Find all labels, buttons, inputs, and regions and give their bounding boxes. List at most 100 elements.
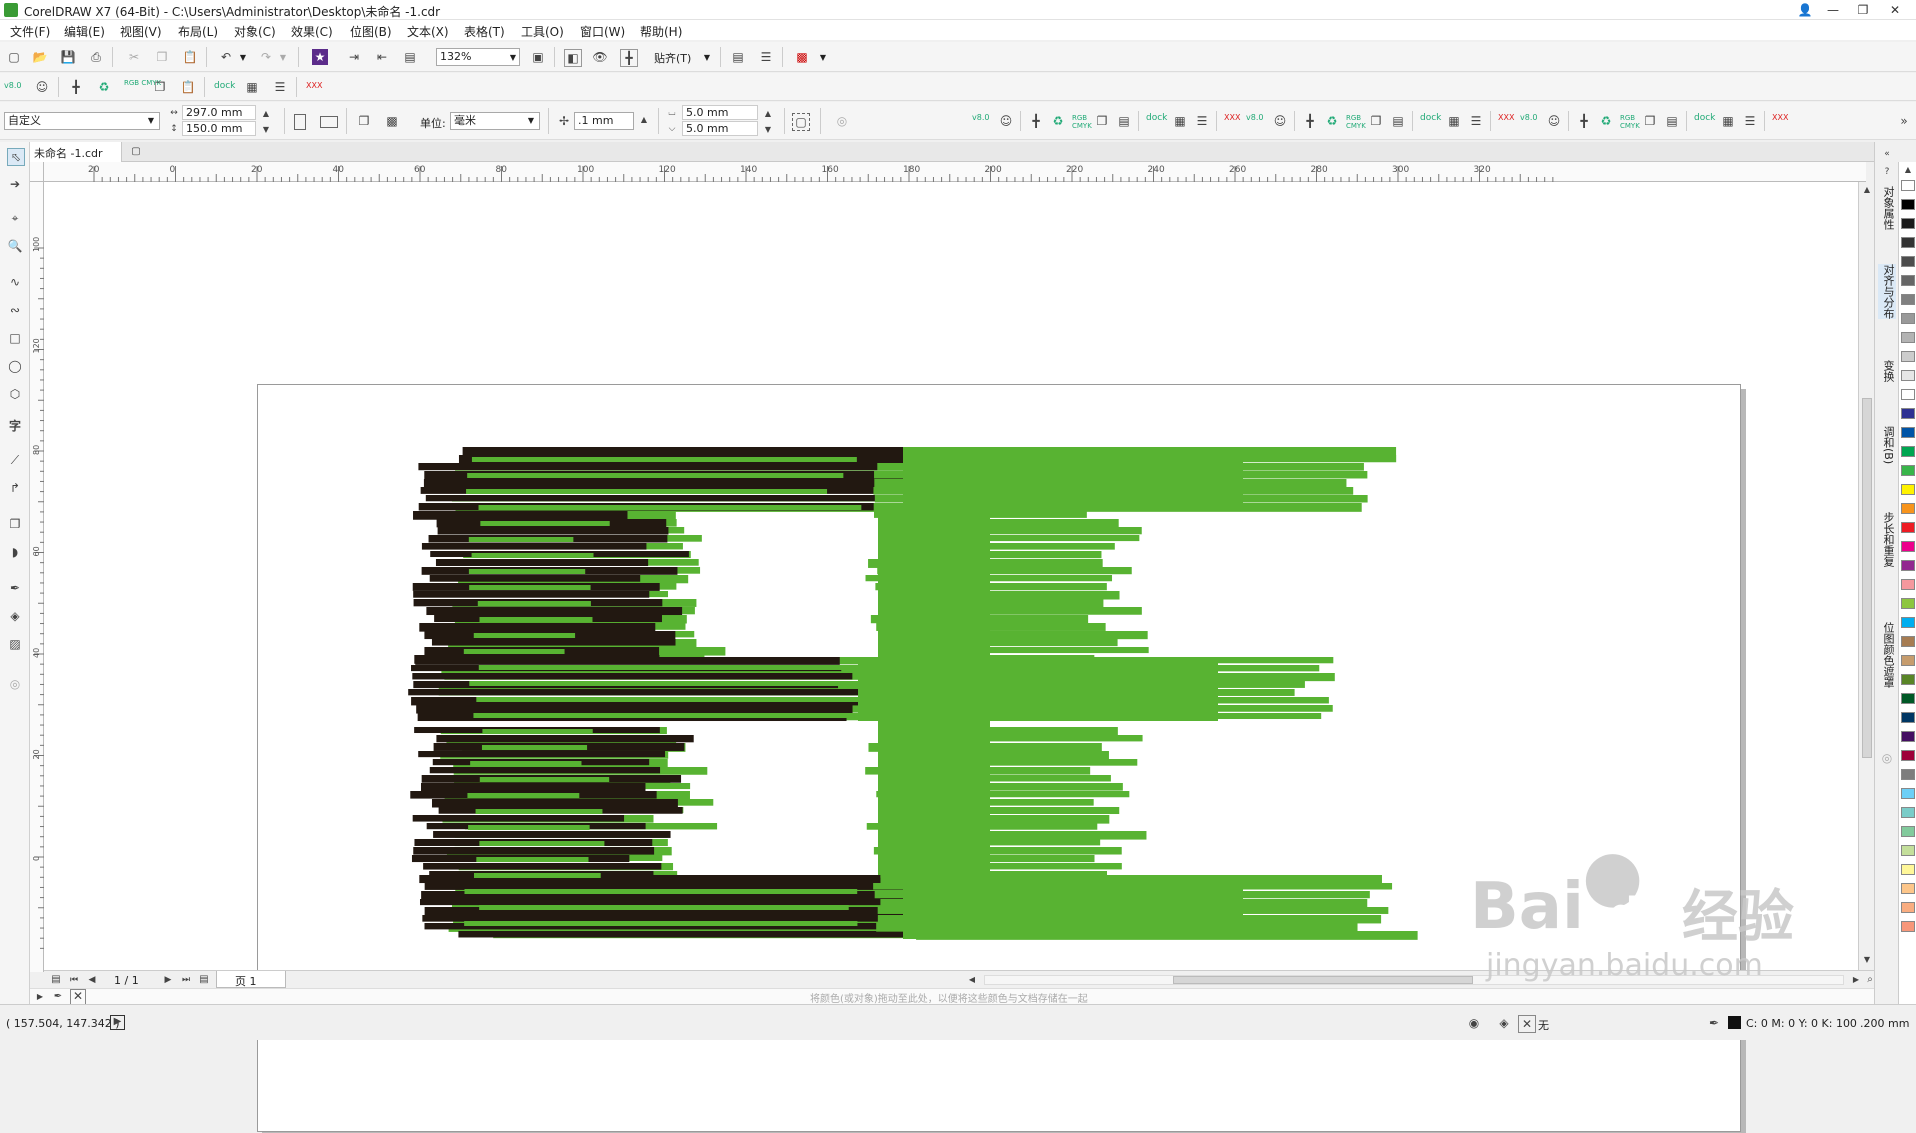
macro-layers-icon[interactable]: ☰ <box>1194 113 1210 129</box>
palette-swatch[interactable] <box>1901 199 1915 210</box>
snap-dropdown-icon[interactable]: ▼ <box>702 53 712 62</box>
fill-bucket-icon[interactable]: ◈ <box>1496 1015 1512 1031</box>
dock-label[interactable]: dock <box>214 81 235 91</box>
palette-swatch[interactable] <box>1901 902 1915 913</box>
redo-icon[interactable]: ↷ <box>258 49 274 65</box>
zoom-dropdown-icon[interactable]: ▼ <box>508 53 518 62</box>
landscape-icon[interactable] <box>320 116 338 128</box>
options-icon[interactable]: ☰ <box>758 49 774 65</box>
current-page-icon[interactable]: ▩ <box>384 113 400 129</box>
outline-pen-icon[interactable]: ✒ <box>1706 1015 1722 1031</box>
rgb-cmyk-label[interactable]: RGB CMYK <box>124 79 161 87</box>
application-launcher-icon[interactable]: ▩ <box>794 49 810 65</box>
add-page-before-icon[interactable]: ▤ <box>48 972 64 988</box>
macro-copy-icon[interactable]: ❐ <box>1368 113 1384 129</box>
palette-swatch[interactable] <box>1901 389 1915 400</box>
zoom-tool-icon[interactable]: 🔍 <box>7 238 23 254</box>
new-document-icon[interactable]: ▢ <box>6 49 22 65</box>
macro-copy-icon[interactable]: ❐ <box>152 79 168 95</box>
palette-swatch[interactable] <box>1901 731 1915 742</box>
menu-layout[interactable]: 布局(L) <box>178 23 218 40</box>
full-screen-preview-icon[interactable]: ◧ <box>564 49 582 67</box>
eyedropper-tool-icon[interactable]: ✒ <box>7 580 23 596</box>
palette-swatch[interactable] <box>1901 180 1915 191</box>
print-icon[interactable]: ⎙ <box>88 49 104 65</box>
palette-swatch[interactable] <box>1901 446 1915 457</box>
page-tab[interactable]: 页 1 <box>216 971 286 988</box>
macro-copy-icon[interactable]: ❐ <box>1094 113 1110 129</box>
horizontal-scroll-thumb[interactable] <box>1173 976 1473 984</box>
palette-swatch[interactable] <box>1901 522 1915 533</box>
palette-swatch[interactable] <box>1901 807 1915 818</box>
duplicate-y-field[interactable]: 5.0 mm <box>682 121 758 136</box>
width-spinner-icon[interactable]: ▲ <box>258 106 274 122</box>
macro-align-icon[interactable]: ╋ <box>1576 113 1592 129</box>
publish-pdf-icon[interactable]: ▤ <box>402 49 418 65</box>
nudge-spinner-icon[interactable]: ▲ <box>636 112 652 128</box>
dock-label[interactable]: dock <box>1420 113 1441 123</box>
palette-swatch[interactable] <box>1901 332 1915 343</box>
import-icon[interactable]: ⇥ <box>346 49 362 65</box>
docker-tab-transform[interactable]: 变换 <box>1878 360 1896 382</box>
menu-bitmaps[interactable]: 位图(B) <box>350 23 392 40</box>
minimize-button[interactable]: — <box>1818 0 1848 20</box>
palette-swatch[interactable] <box>1901 579 1915 590</box>
undo-icon[interactable]: ↶ <box>218 49 234 65</box>
palette-swatch[interactable] <box>1901 598 1915 609</box>
doc-palette-eyedropper-icon[interactable]: ✒ <box>50 989 66 1005</box>
macro-barcode-icon[interactable]: ▦ <box>244 79 260 95</box>
nudge-distance-field[interactable]: .1 mm <box>574 112 634 130</box>
page-height-field[interactable]: 150.0 mm <box>182 121 256 136</box>
previous-page-icon[interactable]: ◀ <box>84 972 100 988</box>
macro-users-icon[interactable]: ☺ <box>1272 113 1288 129</box>
palette-swatch[interactable] <box>1901 655 1915 666</box>
height-spinner-icon[interactable]: ▼ <box>258 122 274 138</box>
macro-recycle-icon[interactable]: ♻ <box>1598 113 1614 129</box>
copy-icon[interactable]: ❐ <box>154 49 170 65</box>
palette-swatch[interactable] <box>1901 560 1915 571</box>
menu-help[interactable]: 帮助(H) <box>640 23 682 40</box>
palette-swatch[interactable] <box>1901 750 1915 761</box>
docker-tab-blend[interactable]: 调和(B) <box>1878 426 1896 464</box>
macro-paste-icon[interactable]: ▤ <box>1664 113 1680 129</box>
vertical-ruler[interactable]: 100 120 80 60 40 20 0 <box>30 182 44 972</box>
next-page-icon[interactable]: ▶ <box>160 972 176 988</box>
palette-swatch[interactable] <box>1901 712 1915 723</box>
palette-swatch[interactable] <box>1901 883 1915 894</box>
macro-layers-icon[interactable]: ☰ <box>1468 113 1484 129</box>
palette-swatch[interactable] <box>1901 275 1915 286</box>
docker-tab-align-distribute[interactable]: 对齐与分布 <box>1878 264 1896 319</box>
scroll-up-icon[interactable]: ▲ <box>1859 182 1875 198</box>
palette-swatch[interactable] <box>1901 427 1915 438</box>
menu-effects[interactable]: 效果(C) <box>291 23 333 40</box>
macro-barcode-icon[interactable]: ▦ <box>1720 113 1736 129</box>
macro-paste-icon[interactable]: ▤ <box>1116 113 1132 129</box>
macro-layers-icon[interactable]: ☰ <box>272 79 288 95</box>
dock-label[interactable]: dock <box>1146 113 1167 123</box>
welcome-screen-icon[interactable]: ▤ <box>730 49 746 65</box>
shape-tool-icon[interactable]: ➔ <box>7 176 23 192</box>
macro-users-icon[interactable]: ☺ <box>34 79 50 95</box>
palette-swatch[interactable] <box>1901 408 1915 419</box>
add-page-after-icon[interactable]: ▤ <box>196 972 212 988</box>
scroll-left-icon[interactable]: ◀ <box>964 972 980 988</box>
vertical-scrollbar[interactable]: ▲ ▼ <box>1858 182 1874 970</box>
page-width-field[interactable]: 297.0 mm <box>182 105 256 120</box>
palette-swatch[interactable] <box>1901 788 1915 799</box>
document-tab[interactable]: 未命名 -1.cdr <box>30 142 122 162</box>
duplicate-x-field[interactable]: 5.0 mm <box>682 105 758 120</box>
palette-swatch[interactable] <box>1901 769 1915 780</box>
zoom-to-page-icon[interactable]: ▣ <box>530 49 546 65</box>
artistic-media-tool-icon[interactable]: ∾ <box>7 302 23 318</box>
menu-tools[interactable]: 工具(O) <box>521 23 564 40</box>
palette-swatch[interactable] <box>1901 465 1915 476</box>
navigator-zoom-icon[interactable]: ⌕ <box>1862 972 1878 988</box>
export-icon[interactable]: ⇤ <box>374 49 390 65</box>
new-tab-icon[interactable]: ▢ <box>128 144 144 160</box>
unit-dropdown-icon[interactable]: ▼ <box>526 116 536 125</box>
menu-table[interactable]: 表格(T) <box>464 23 505 40</box>
palette-swatch[interactable] <box>1901 313 1915 324</box>
launcher-dropdown-icon[interactable]: ▼ <box>818 53 828 62</box>
macro-recycle-icon[interactable]: ♻ <box>96 79 112 95</box>
drop-shadow-tool-icon[interactable]: ❐ <box>7 516 23 532</box>
